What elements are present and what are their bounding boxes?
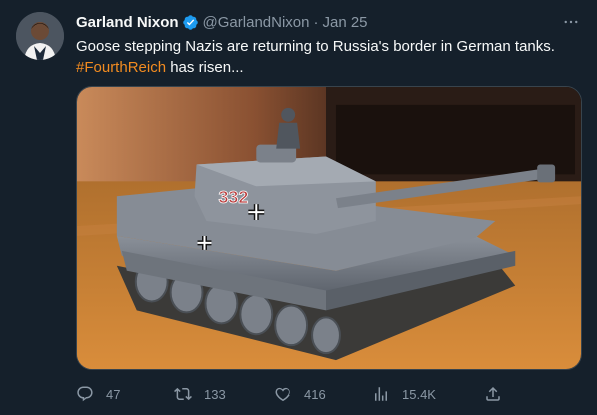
share-icon <box>486 386 500 401</box>
like-icon <box>275 387 290 402</box>
tweet-text: Goose stepping Nazis are returning to Ru… <box>76 36 581 78</box>
avatar[interactable] <box>16 12 64 60</box>
retweet-icon <box>174 387 192 401</box>
hashtag-link[interactable]: #FourthReich <box>76 59 166 76</box>
tweet-text-main: Goose stepping Nazis are returning to Ru… <box>76 38 555 55</box>
turret-number: 332 <box>218 187 248 207</box>
reply-count: 47 <box>106 386 121 402</box>
tweet-image[interactable]: 332 <box>76 86 582 370</box>
reply-button[interactable]: 47 <box>76 382 120 406</box>
share-button[interactable] <box>484 382 502 406</box>
tweet-actions: 47 133 416 15.4K <box>76 382 502 406</box>
retweet-count: 133 <box>204 386 226 402</box>
author-name[interactable]: Garland Nixon <box>76 14 179 31</box>
like-count: 416 <box>304 386 326 402</box>
timestamp[interactable]: Jan 25 <box>322 14 367 31</box>
tweet-text-tail: has risen... <box>166 59 244 76</box>
reply-icon <box>77 386 93 402</box>
views-button[interactable]: 15.4K <box>372 382 436 406</box>
views-icon <box>375 387 387 401</box>
author-handle[interactable]: @GarlandNixon <box>203 14 310 31</box>
more-icon[interactable] <box>561 12 581 32</box>
separator-dot: · <box>313 13 319 31</box>
like-button[interactable]: 416 <box>274 382 326 406</box>
verified-icon <box>182 14 199 31</box>
retweet-button[interactable]: 133 <box>174 382 226 406</box>
tweet[interactable]: Garland Nixon @GarlandNixon · Jan 25 Goo… <box>0 0 597 415</box>
views-count: 15.4K <box>402 386 436 402</box>
tweet-header: Garland Nixon @GarlandNixon · Jan 25 <box>76 12 368 32</box>
